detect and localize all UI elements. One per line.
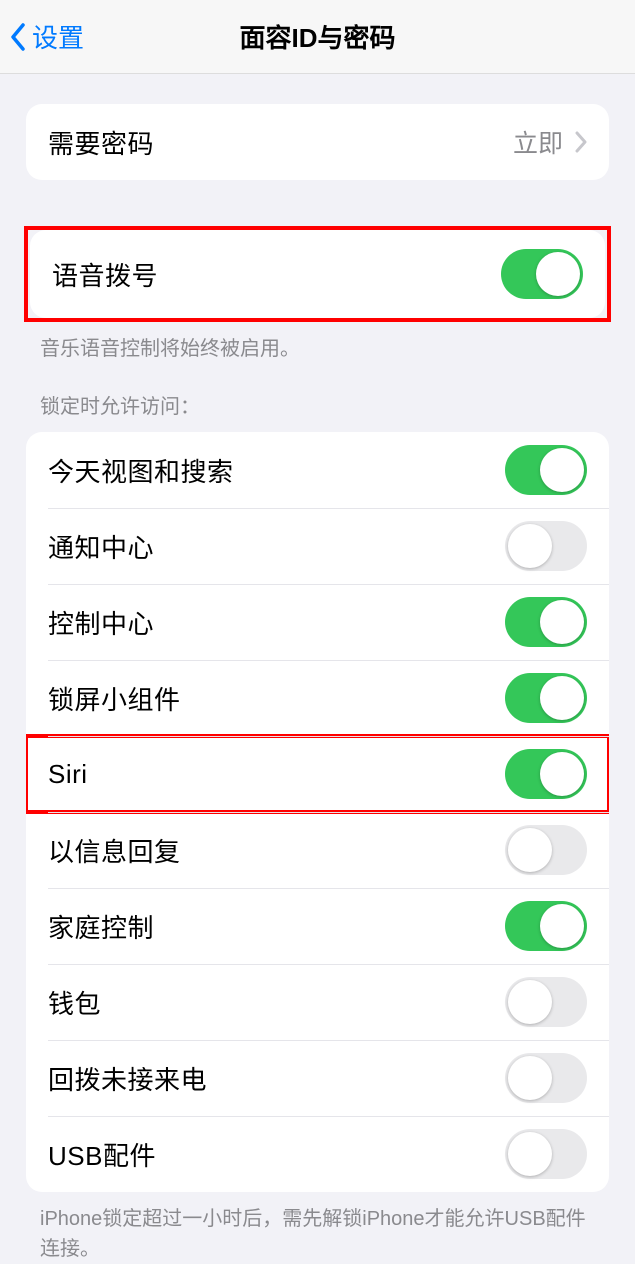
- chevron-right-icon: [575, 131, 587, 153]
- voice-dial-label: 语音拨号: [52, 256, 158, 293]
- back-label: 设置: [32, 18, 84, 55]
- require-passcode-value: 立即: [513, 124, 563, 160]
- lock-item-toggle[interactable]: [505, 673, 587, 723]
- lock-item-toggle[interactable]: [505, 977, 587, 1027]
- nav-bar: 设置 面容ID与密码: [0, 0, 635, 74]
- voice-dial-highlight: 语音拨号: [24, 226, 611, 322]
- lock-item-toggle[interactable]: [505, 749, 587, 799]
- lock-item-toggle[interactable]: [505, 597, 587, 647]
- lock-item-row: 家庭控制: [26, 888, 609, 964]
- page-title: 面容ID与密码: [0, 18, 635, 55]
- lock-item-label: 控制中心: [48, 604, 154, 641]
- lock-item-toggle[interactable]: [505, 825, 587, 875]
- lock-item-row: 通知中心: [26, 508, 609, 584]
- lock-item-label: 回拨未接来电: [48, 1060, 207, 1097]
- lock-access-header: 锁定时允许访问：: [0, 364, 635, 432]
- lock-item-label: 以信息回复: [48, 832, 181, 869]
- lock-item-toggle[interactable]: [505, 901, 587, 951]
- lock-item-toggle[interactable]: [505, 1053, 587, 1103]
- lock-item-row: USB配件: [26, 1116, 609, 1192]
- lock-item-label: 今天视图和搜索: [48, 452, 234, 489]
- lock-item-label: USB配件: [48, 1136, 156, 1173]
- lock-item-row: 钱包: [26, 964, 609, 1040]
- lock-item-label: 通知中心: [48, 528, 154, 565]
- lock-item-label: 钱包: [48, 984, 101, 1021]
- lock-item-row: 今天视图和搜索: [26, 432, 609, 508]
- lock-item-label: 锁屏小组件: [48, 680, 181, 717]
- lock-item-row-siri-highlight: Siri: [26, 736, 609, 812]
- usb-note: iPhone锁定超过一小时后，需先解锁iPhone才能允许USB配件连接。: [0, 1192, 635, 1264]
- chevron-left-icon: [10, 23, 26, 51]
- lock-item-row: 锁屏小组件: [26, 660, 609, 736]
- lock-item-row: 以信息回复: [26, 812, 609, 888]
- voice-dial-note: 音乐语音控制将始终被启用。: [0, 322, 635, 364]
- lock-item-label: Siri: [48, 759, 88, 790]
- lock-access-group: 今天视图和搜索通知中心控制中心锁屏小组件 Siri 以信息回复家庭控制钱包回拨未接来…: [26, 432, 609, 1192]
- require-passcode-label: 需要密码: [48, 124, 154, 161]
- lock-item-row: 回拨未接来电: [26, 1040, 609, 1116]
- lock-item-toggle[interactable]: [505, 445, 587, 495]
- lock-item-row: 控制中心: [26, 584, 609, 660]
- require-passcode-row[interactable]: 需要密码 立即: [26, 104, 609, 180]
- back-button[interactable]: 设置: [0, 18, 84, 55]
- voice-dial-row: 语音拨号: [30, 230, 605, 318]
- lock-item-label: 家庭控制: [48, 908, 154, 945]
- lock-item-toggle[interactable]: [505, 521, 587, 571]
- lock-item-toggle[interactable]: [505, 1129, 587, 1179]
- voice-dial-toggle[interactable]: [501, 249, 583, 299]
- passcode-group: 需要密码 立即: [26, 104, 609, 180]
